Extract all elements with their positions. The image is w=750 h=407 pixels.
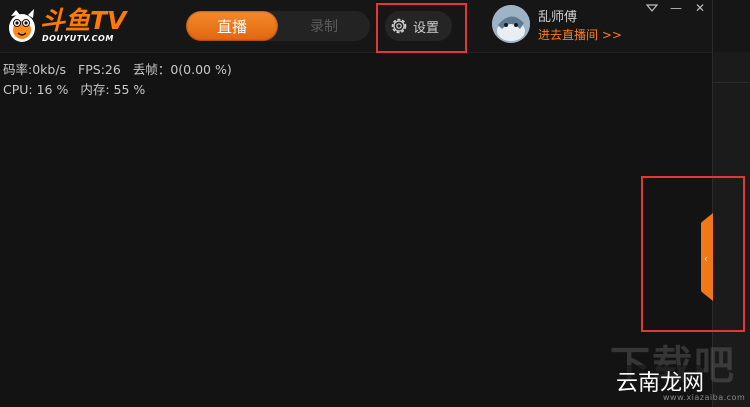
cpu-stat: CPU: 16 % — [3, 82, 69, 97]
memory-stat: 内存: 55 % — [80, 82, 146, 97]
logo-text: 斗鱼TV — [40, 6, 127, 35]
stream-stats: 码率:0kb/s FPS:26 丢帧：0(0.00 %) CPU: 16 % 内… — [3, 60, 240, 100]
tab-record[interactable]: 录制 — [278, 11, 370, 41]
fish-mascot-icon — [9, 9, 35, 42]
bitrate-stat: 码率:0kb/s — [3, 62, 67, 77]
username: 乱师傅 — [538, 10, 578, 25]
dropdown-triangle-icon[interactable] — [642, 0, 662, 16]
tab-live[interactable]: 直播 — [186, 11, 278, 41]
avatar-image — [492, 5, 530, 43]
fps-stat: FPS:26 — [78, 62, 121, 77]
side-panel-toggle[interactable]: ‹ — [701, 213, 713, 301]
right-strip-top — [713, 0, 750, 52]
dropped-frames-stat: 丢帧：0(0.00 %) — [132, 62, 232, 77]
mode-tabs: 直播 录制 — [186, 11, 370, 41]
avatar[interactable] — [492, 5, 530, 43]
title-bar: 斗鱼TV DOUYUTV.COM 直播 录制 设置 乱师傅 进去直播间 >> —… — [0, 0, 712, 53]
right-strip-divider — [713, 82, 750, 83]
douyu-logo: 斗鱼TV DOUYUTV.COM — [6, 6, 136, 46]
side-toggle-highlight-box — [641, 176, 745, 332]
enter-room-link[interactable]: 进去直播间 >> — [538, 26, 622, 43]
close-button[interactable]: ✕ — [690, 0, 710, 16]
logo-url-text: DOUYUTV.COM — [42, 34, 114, 43]
minimize-button[interactable]: — — [666, 0, 686, 16]
settings-highlight-box — [376, 3, 467, 53]
chevron-left-icon: ‹ — [704, 252, 708, 265]
watermark-url: www.xiazaiba.com — [663, 393, 746, 402]
